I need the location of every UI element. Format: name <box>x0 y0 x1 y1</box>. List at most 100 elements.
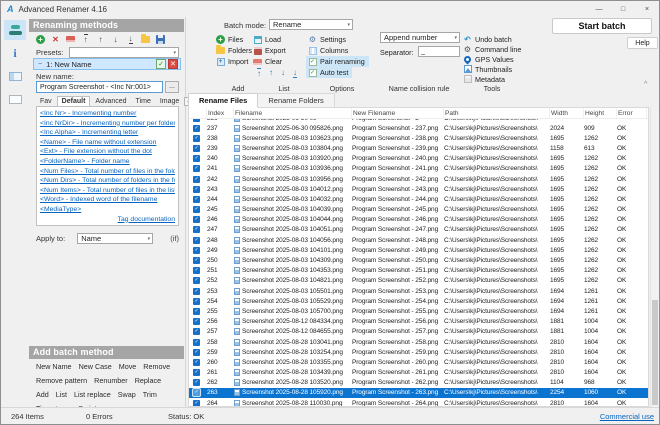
checkbox-checked-icon[interactable]: ✓ <box>193 297 200 305</box>
tag-link[interactable]: <Inc Nr> - Incrementing number <box>40 109 175 119</box>
tag-link[interactable]: <Ext> - File extension without the dot <box>40 147 175 157</box>
tag-link[interactable]: <Num Items> - Total number of files in t… <box>40 186 175 196</box>
col-new-filename[interactable]: New Filename <box>352 108 444 118</box>
browse-tags-button[interactable]: ... <box>165 81 179 93</box>
separator-input[interactable]: _ <box>418 46 460 57</box>
table-row[interactable]: ✓ 262 Screenshot 2025-08-28 103520.png Prog… <box>189 378 648 388</box>
tag-documentation-link[interactable]: Tag documentation <box>118 215 175 225</box>
checkbox-checked-icon[interactable]: ✓ <box>193 328 200 336</box>
table-row[interactable]: ✓ 259 Screenshot 2025-08-28 103254.png Prog… <box>189 347 648 357</box>
col-height[interactable]: Height <box>584 108 617 118</box>
commercial-use-link[interactable]: Commercial use <box>600 412 654 421</box>
collapse-method-icon[interactable]: − <box>38 61 42 68</box>
minimize-button[interactable]: — <box>587 1 611 17</box>
checkbox-checked-icon[interactable]: ✓ <box>193 338 200 346</box>
add-method-link[interactable]: Renumber <box>94 376 128 385</box>
move-method-bottom-button[interactable]: ↓ <box>126 34 135 44</box>
clear-list-button[interactable]: Clear <box>253 56 286 67</box>
open-preset-button[interactable] <box>141 33 150 44</box>
move-method-top-button[interactable]: ↑ <box>81 34 90 44</box>
table-row[interactable]: ✓ 247 Screenshot 2025-08-03 104051.png Prog… <box>189 225 648 235</box>
new-name-input[interactable]: Program Screenshot - <Inc Nr:001> <box>36 81 163 93</box>
table-row[interactable]: ✓ 239 Screenshot 2025-08-03 103804.png Prog… <box>189 143 648 153</box>
checkbox-checked-icon[interactable]: ✓ <box>193 206 200 214</box>
table-row[interactable]: ✓ 238 Screenshot 2025-08-03 103623.png Prog… <box>189 133 648 143</box>
columns-button[interactable]: Columns <box>308 45 369 56</box>
table-row[interactable]: ✓ 261 Screenshot 2025-08-28 103439.png Prog… <box>189 368 648 378</box>
checkbox-checked-icon[interactable]: ✓ <box>193 226 200 234</box>
command-line-button[interactable]: ⚙ Command line <box>463 44 521 54</box>
tab-rename-folders[interactable]: Rename Folders <box>258 93 335 108</box>
add-files-button[interactable]: + Files <box>216 34 252 45</box>
tag-tab-time[interactable]: Time <box>132 97 155 106</box>
add-method-link[interactable]: Swap <box>118 390 136 399</box>
preview-panel-button[interactable] <box>4 66 26 86</box>
tag-link[interactable]: <FolderName> - Folder name <box>40 157 175 167</box>
add-method-link[interactable]: Trim <box>143 390 157 399</box>
tag-link[interactable]: <MediaType> <box>40 205 175 215</box>
method-delete-button[interactable]: ✕ <box>168 59 178 69</box>
table-row[interactable]: ✓ 263 Screenshot 2025-08-28 105920.png Prog… <box>189 387 648 399</box>
undo-batch-button[interactable]: ↶ Undo batch <box>463 34 521 44</box>
method-item-new-name[interactable]: − 1: New Name ✓ ✕ <box>33 58 181 70</box>
tag-tab-image[interactable]: Image <box>156 97 183 106</box>
checkbox-checked-icon[interactable]: ✓ <box>193 195 200 203</box>
add-method-link[interactable]: Replace <box>135 376 161 385</box>
move-method-up-button[interactable]: ↑ <box>96 35 105 44</box>
tag-link[interactable]: <Num Dirs> - Total number of folders in … <box>40 176 175 186</box>
checkbox-checked-icon[interactable]: ✓ <box>193 369 200 377</box>
scrollbar-thumb[interactable] <box>652 300 658 405</box>
thumbnails-button[interactable]: Thumbnails <box>463 64 521 74</box>
tab-rename-files[interactable]: Rename Files <box>188 93 259 108</box>
checkbox-checked-icon[interactable]: ✓ <box>193 144 200 152</box>
table-row[interactable]: ✓ 253 Screenshot 2025-08-03 105501.png Prog… <box>189 286 648 296</box>
move-up-button[interactable]: ↑ <box>269 68 273 78</box>
checkbox-checked-icon[interactable]: ✓ <box>193 358 200 366</box>
move-method-down-button[interactable]: ↓ <box>111 35 120 44</box>
tag-tab-default[interactable]: Default <box>56 96 91 106</box>
add-method-link[interactable]: Remove <box>143 362 170 371</box>
table-row[interactable]: ✓ 246 Screenshot 2025-08-03 104044.png Prog… <box>189 215 648 225</box>
import-button[interactable]: + Import <box>216 56 252 67</box>
checkbox-checked-icon[interactable]: ✓ <box>192 388 201 398</box>
close-button[interactable]: × <box>635 1 659 17</box>
select-all-header[interactable] <box>193 108 207 118</box>
layout-panel-button[interactable] <box>4 89 26 109</box>
col-error[interactable]: Error <box>617 108 647 118</box>
checkbox-checked-icon[interactable]: ✓ <box>193 348 200 356</box>
table-row[interactable]: ✓ 252 Screenshot 2025-08-03 104821.png Prog… <box>189 276 648 286</box>
tag-link[interactable]: <Word> - Indexed word of the filename <box>40 195 175 205</box>
checkbox-checked-icon[interactable]: ✓ <box>193 318 200 326</box>
if-link[interactable]: (if) <box>170 234 179 243</box>
tag-link[interactable]: <Inc NrDir> - Incrementing number per fo… <box>40 119 175 129</box>
metadata-button[interactable]: Metadata <box>463 74 521 84</box>
tag-tab-fav[interactable]: Fav <box>36 97 56 106</box>
table-row[interactable]: ✓ 244 Screenshot 2025-08-03 104032.png Prog… <box>189 194 648 204</box>
export-list-button[interactable]: Export <box>253 45 286 56</box>
checkbox-checked-icon[interactable]: ✓ <box>193 277 200 285</box>
table-row[interactable]: ✓ 251 Screenshot 2025-08-03 104353.png Prog… <box>189 266 648 276</box>
table-row[interactable]: ✓ 241 Screenshot 2025-08-03 103936.png Prog… <box>189 164 648 174</box>
checkbox-checked-icon[interactable]: ✓ <box>193 124 200 132</box>
tag-link[interactable]: <Num Files> - Total number of files in t… <box>40 167 175 177</box>
checkbox-checked-icon[interactable]: ✓ <box>193 399 200 406</box>
table-row[interactable]: ✓ 249 Screenshot 2025-08-03 104101.png Prog… <box>189 245 648 255</box>
load-list-button[interactable]: Load <box>253 34 286 45</box>
checkbox-checked-icon[interactable]: ✓ <box>193 257 200 265</box>
pair-renaming-checkbox[interactable]: ✓ Pair renaming <box>306 56 369 67</box>
add-method-link[interactable]: New Case <box>79 362 112 371</box>
remove-method-button[interactable]: ✕ <box>51 35 60 44</box>
auto-test-checkbox[interactable]: ✓ Auto test <box>306 67 353 78</box>
checkbox-checked-icon[interactable]: ✓ <box>193 236 200 244</box>
clear-methods-button[interactable] <box>66 35 75 44</box>
name-collision-dropdown[interactable]: Append number ▾ <box>380 32 460 43</box>
add-method-link[interactable]: New Name <box>36 362 72 371</box>
batch-mode-dropdown[interactable]: Rename ▾ <box>269 19 353 30</box>
add-method-link[interactable]: List <box>56 390 67 399</box>
add-method-link[interactable]: Add <box>36 390 49 399</box>
table-row[interactable]: ✓ 254 Screenshot 2025-08-03 105529.png Prog… <box>189 296 648 306</box>
checkbox-checked-icon[interactable]: ✓ <box>193 119 200 122</box>
col-index[interactable]: Index <box>207 108 234 118</box>
table-row[interactable]: ✓ 255 Screenshot 2025-08-03 105700.png Prog… <box>189 306 648 316</box>
add-folders-button[interactable]: Folders <box>216 45 252 56</box>
